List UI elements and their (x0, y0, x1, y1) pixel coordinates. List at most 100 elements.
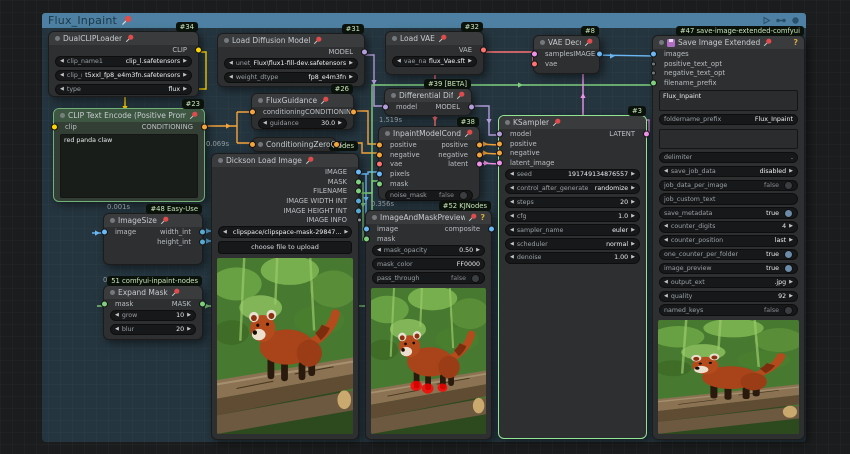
help-icon[interactable]: ? (793, 38, 798, 47)
node-dual-clip-loader[interactable]: #34DualCLIPLoaderCLIP◀clip_name1clip_l.s… (48, 31, 199, 97)
clip-input-slot[interactable] (51, 123, 58, 130)
MODEL-output-slot[interactable] (468, 103, 475, 110)
collapse-dot[interactable] (505, 120, 510, 125)
widget-counter_position[interactable]: ◀counter_positionlast▶ (659, 235, 798, 247)
widget-denoise[interactable]: ◀denoise1.00▶ (505, 252, 640, 264)
widget-one_counter_per_folder[interactable]: one_counter_per_foldertrue (659, 249, 798, 261)
vae-input-slot[interactable] (531, 60, 538, 67)
increment-arrow-icon[interactable]: ▶ (789, 294, 793, 299)
collapse-dot[interactable] (224, 38, 229, 43)
CONDITIONING-output-slot[interactable] (350, 108, 357, 115)
CLIP-output-slot[interactable] (195, 46, 202, 53)
node-differential-diffusion[interactable]: #39 [BETA]1.519sDifferential Diffusionmo… (384, 88, 472, 116)
widget-unet_name[interactable]: ◀unet_nameFlux\flux1-fill-dev.safetensor… (224, 58, 358, 70)
widget-job_custom_text[interactable]: job_custom_text (659, 193, 798, 205)
negative-input-slot[interactable] (496, 150, 503, 157)
toggle-knob[interactable] (784, 250, 793, 259)
decrement-arrow-icon[interactable]: ◀ (60, 73, 64, 78)
increment-arrow-icon[interactable]: ▶ (187, 313, 191, 318)
latent_image-input-slot[interactable] (496, 159, 503, 166)
node-load-diffusion-model[interactable]: #31Load Diffusion ModelMODEL◀unet_nameFl… (217, 33, 365, 87)
decrement-arrow-icon[interactable]: ◀ (664, 224, 668, 229)
decrement-arrow-icon[interactable]: ◀ (510, 214, 514, 219)
decrement-arrow-icon[interactable]: ◀ (510, 255, 514, 260)
increment-arrow-icon[interactable]: ▶ (631, 228, 635, 233)
decrement-arrow-icon[interactable]: ◀ (510, 186, 514, 191)
node-load-vae[interactable]: #32Load VAEVAE◀vae_nameflux_Vae.sft▶ (385, 31, 484, 75)
text-area[interactable] (659, 129, 798, 149)
images-input-slot[interactable] (650, 50, 657, 57)
composite-output-slot[interactable] (488, 225, 495, 232)
IMAGE-output-slot[interactable] (596, 50, 603, 57)
width_int-output-slot[interactable] (199, 228, 206, 235)
negative-output-slot[interactable] (476, 151, 483, 158)
decrement-arrow-icon[interactable]: ◀ (223, 230, 227, 235)
increment-arrow-icon[interactable]: ▶ (183, 59, 187, 64)
height_int-output-slot[interactable] (199, 238, 206, 245)
collapse-dot[interactable] (55, 36, 60, 41)
increment-arrow-icon[interactable]: ▶ (631, 186, 635, 191)
widget-scheduler[interactable]: ◀schedulernormal▶ (505, 238, 640, 250)
widget-image[interactable]: ◀imageclipspace/clipspace-mask-29847...▶ (218, 226, 352, 238)
VAE-output-slot[interactable] (480, 46, 487, 53)
collapse-dot[interactable] (659, 40, 664, 45)
widget-output_ext[interactable]: ◀output_ext.jpg▶ (659, 277, 798, 289)
collapse-dot[interactable] (391, 93, 396, 98)
widget-mask_color[interactable]: mask_colorFF0000 (372, 258, 485, 270)
help-icon[interactable]: ? (480, 213, 485, 222)
widget-grow[interactable]: ◀grow10▶ (110, 310, 196, 322)
widget-save_metadata[interactable]: save_metadatatrue (659, 207, 798, 219)
latent-output-slot[interactable] (476, 161, 483, 168)
negative-input-slot[interactable] (376, 151, 383, 158)
widget-steps[interactable]: ◀steps20▶ (505, 197, 640, 209)
decrement-arrow-icon[interactable]: ◀ (664, 169, 668, 174)
positive-input-slot[interactable] (496, 140, 503, 147)
toggle-knob[interactable] (784, 264, 793, 273)
image-input-slot[interactable] (363, 225, 370, 232)
widget-noise_mask[interactable]: noise_maskfalse (385, 190, 473, 202)
collapse-dot[interactable] (258, 142, 263, 147)
node-flux-guidance[interactable]: #26FluxGuidanceconditioningCONDITIONING◀… (251, 93, 354, 130)
collapse-dot[interactable] (385, 131, 390, 136)
decrement-arrow-icon[interactable]: ◀ (229, 75, 233, 80)
decrement-arrow-icon[interactable]: ◀ (377, 248, 381, 253)
increment-arrow-icon[interactable]: ▶ (344, 230, 348, 235)
widget-pass_through[interactable]: pass_throughfalse (372, 272, 485, 284)
mask-input-slot[interactable] (363, 235, 370, 242)
widget-job_data_per_image[interactable]: job_data_per_imagefalse (659, 180, 798, 192)
increment-arrow-icon[interactable]: ▶ (183, 73, 187, 78)
conditioning-input-slot[interactable] (249, 108, 256, 115)
mask-input-slot[interactable] (376, 180, 383, 187)
node-save-image-extended[interactable]: #47 save-image-extended-comfyuiSave Imag… (652, 35, 805, 440)
node-dickson-load-image[interactable]: Dickson Load ImageIMAGEMASKFILENAMEIMAGE… (211, 153, 359, 440)
widget-clip_name2[interactable]: ◀clip_name2t5xxl_fp8_e4m3fn.safetensors▶ (55, 70, 192, 82)
positive-output-slot[interactable] (476, 141, 483, 148)
samples-input-slot[interactable] (531, 50, 538, 57)
CONDITIONING-output-slot[interactable] (201, 123, 208, 130)
decrement-arrow-icon[interactable]: ◀ (60, 59, 64, 64)
positive_text_opt-input-slot[interactable] (651, 61, 656, 66)
text-area[interactable]: Flux_Inpaint (659, 90, 798, 111)
IMAGE HEIGHT INT-output-slot[interactable] (355, 207, 362, 214)
increment-arrow-icon[interactable]: ▶ (476, 248, 480, 253)
widget-save_job_data[interactable]: ◀save_job_datadisabled▶ (659, 166, 798, 178)
increment-arrow-icon[interactable]: ▶ (338, 121, 342, 126)
widget-counter_digits[interactable]: ◀counter_digits4▶ (659, 221, 798, 233)
increment-arrow-icon[interactable]: ▶ (631, 214, 635, 219)
image-input-slot[interactable] (101, 228, 108, 235)
widget-type[interactable]: ◀typeflux▶ (55, 84, 192, 96)
vae-input-slot[interactable] (376, 161, 383, 168)
decrement-arrow-icon[interactable]: ◀ (115, 327, 119, 332)
decrement-arrow-icon[interactable]: ◀ (664, 238, 668, 243)
decrement-arrow-icon[interactable]: ◀ (510, 200, 514, 205)
increment-arrow-icon[interactable]: ▶ (631, 242, 635, 247)
decrement-arrow-icon[interactable]: ◀ (229, 61, 233, 66)
increment-arrow-icon[interactable]: ▶ (183, 87, 187, 92)
collapse-dot[interactable] (258, 98, 263, 103)
MODEL-output-slot[interactable] (361, 48, 368, 55)
toggle-knob[interactable] (784, 209, 793, 218)
widget-clip_name1[interactable]: ◀clip_name1clip_l.safetensors▶ (55, 56, 192, 68)
collapse-dot[interactable] (110, 290, 115, 295)
decrement-arrow-icon[interactable]: ◀ (664, 280, 668, 285)
increment-arrow-icon[interactable]: ▶ (789, 224, 793, 229)
